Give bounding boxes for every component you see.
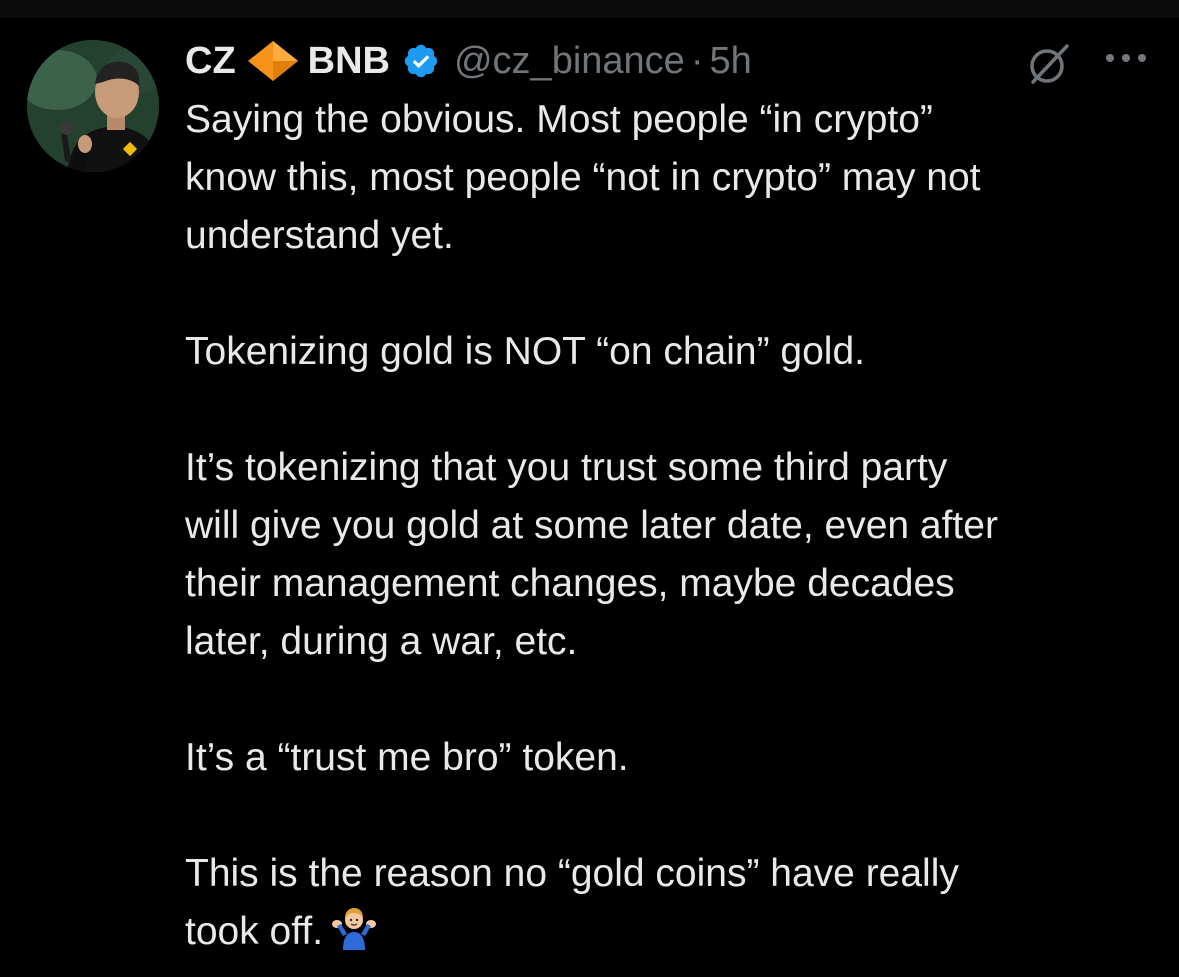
text-line: took off. (185, 903, 1155, 961)
tweet-timestamp[interactable]: 5h (709, 40, 751, 83)
tweet-paragraph: Tokenizing gold is NOT “on chain” gold. (185, 323, 1155, 381)
avatar[interactable] (27, 40, 159, 172)
grok-icon[interactable] (1025, 40, 1073, 88)
tweet-paragraph: This is the reason no “gold coins” have … (185, 845, 1155, 961)
tweet[interactable]: CZ BNB @cz_binance · 5h Saying the obvio… (0, 18, 1179, 977)
text-line: This is the reason no “gold coins” have … (185, 852, 959, 895)
orange-diamond-icon (246, 39, 300, 83)
text-line: Saying the obvious. Most people “in cryp… (185, 98, 933, 141)
separator-dot: · (690, 39, 704, 82)
text-line: will give you gold at some later date, e… (185, 504, 998, 547)
tweet-paragraph: It’s tokenizing that you trust some thir… (185, 439, 1155, 671)
text-line: later, during a war, etc. (185, 620, 578, 663)
author-name-second[interactable]: BNB (308, 40, 390, 83)
tweet-text: Saying the obvious. Most people “in cryp… (185, 91, 1155, 961)
text-line: It’s a “trust me bro” token. (185, 736, 629, 779)
text-line: understand yet. (185, 214, 454, 257)
text-line: It’s tokenizing that you trust some thir… (185, 446, 948, 489)
person-shrugging-emoji-icon (331, 904, 377, 950)
more-options-icon[interactable] (1103, 48, 1149, 68)
author-name-first[interactable]: CZ (185, 40, 236, 83)
author-handle[interactable]: @cz_binance (454, 40, 685, 83)
text-line: know this, most people “not in crypto” m… (185, 156, 981, 199)
status-bar (0, 0, 1179, 18)
text-line-content: took off. (185, 910, 324, 953)
tweet-header: CZ BNB @cz_binance · 5h (185, 36, 752, 86)
tweet-paragraph: It’s a “trust me bro” token. (185, 729, 1155, 787)
profile-photo (27, 40, 159, 172)
text-line: their management changes, maybe decades (185, 562, 955, 605)
tweet-paragraph: Saying the obvious. Most people “in cryp… (185, 91, 1155, 265)
author-name[interactable]: CZ BNB (185, 39, 440, 83)
verified-badge-icon (402, 42, 440, 80)
text-line: Tokenizing gold is NOT “on chain” gold. (185, 330, 865, 373)
